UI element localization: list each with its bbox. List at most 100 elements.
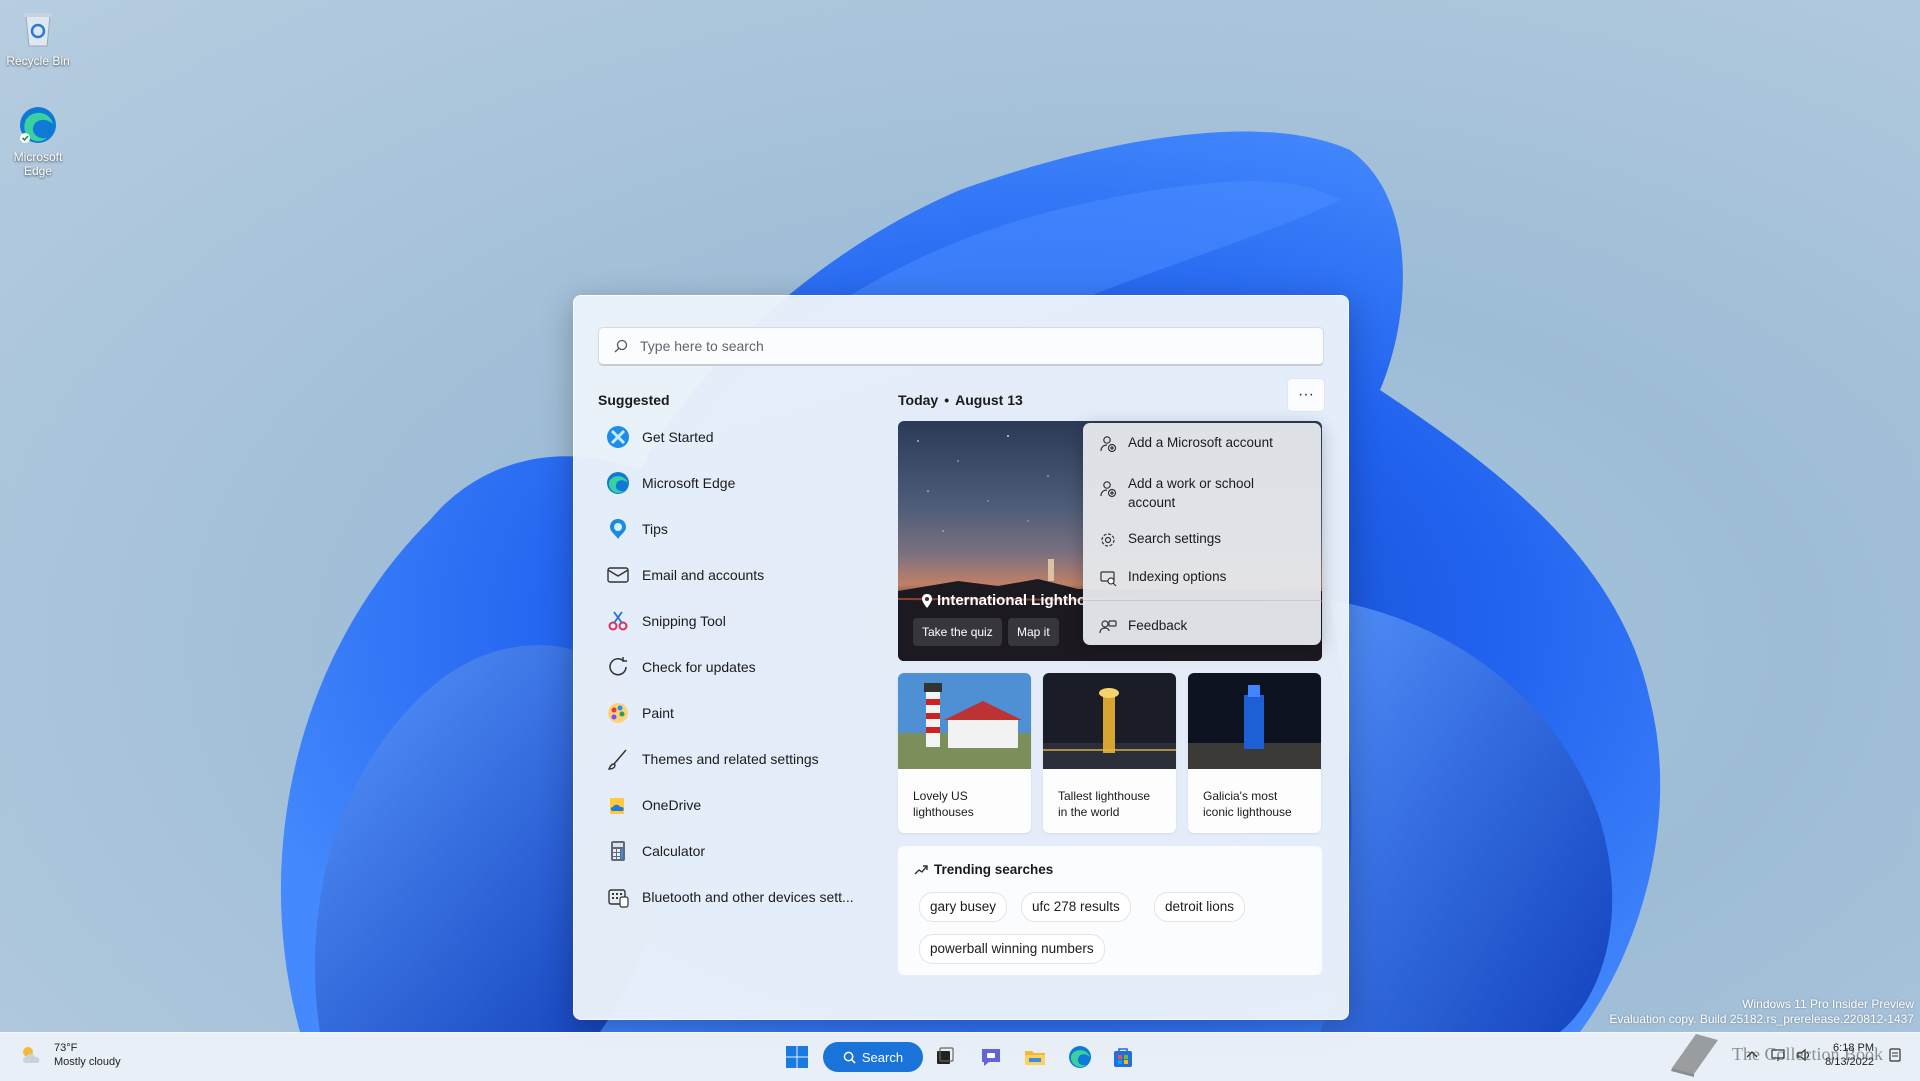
menu-item-add-work-account[interactable]: Add a work or school account [1083, 474, 1293, 512]
menu-item-label: Add a work or school account [1128, 476, 1255, 510]
suggested-item-tips[interactable]: Tips [606, 506, 866, 552]
trending-searches: Trending searches gary busey ufc 278 res… [898, 846, 1322, 975]
trending-icon [914, 864, 928, 874]
suggested-item-label: Check for updates [642, 659, 756, 675]
trending-heading: Trending searches [914, 862, 1053, 877]
weather-widget[interactable]: 73°F Mostly cloudy [18, 1041, 121, 1069]
search-input[interactable] [638, 337, 1323, 355]
suggested-item-get-started[interactable]: Get Started [606, 414, 866, 460]
indexing-icon [1100, 571, 1117, 587]
task-view-button[interactable] [931, 1043, 959, 1071]
brand-overlay-text: The Collection Book [1732, 1044, 1883, 1064]
map-it-button[interactable]: Map it [1008, 618, 1059, 646]
news-card-galicia-lighthouse[interactable]: Galicia's most iconic lighthouse [1188, 673, 1321, 833]
trending-chip[interactable]: powerball winning numbers [919, 934, 1105, 964]
search-icon [843, 1051, 856, 1064]
book-logo-icon [1671, 1034, 1718, 1077]
recycle-bin-icon [17, 8, 59, 50]
suggested-item-label: Bluetooth and other devices sett... [642, 889, 854, 905]
weather-temp: 73°F [54, 1042, 78, 1054]
suggested-item-label: Calculator [642, 843, 706, 859]
calculator-icon [606, 839, 630, 863]
hero-title[interactable]: International Lightho [921, 592, 1086, 609]
suggested-item-edge[interactable]: Microsoft Edge [606, 460, 866, 506]
onedrive-icon [606, 793, 630, 817]
today-date: August 13 [955, 392, 1023, 408]
desktop-icon-recycle-bin[interactable]: Recycle Bin [0, 8, 76, 68]
feedback-icon [1099, 620, 1117, 634]
folder-icon [1025, 1051, 1045, 1065]
notification-icon[interactable] [1887, 1047, 1903, 1063]
lighthouse-image [1188, 673, 1321, 769]
evaluation-watermark: Windows 11 Pro Insider Preview Evaluatio… [1609, 997, 1914, 1027]
card-caption: Tallest lighthouse in the world [1058, 789, 1151, 819]
menu-item-indexing-options[interactable]: Indexing options [1083, 569, 1321, 587]
suggested-item-label: Paint [642, 705, 674, 721]
person-add-icon [1100, 481, 1117, 498]
suggested-item-snipping-tool[interactable]: Snipping Tool [606, 598, 866, 644]
suggested-item-bluetooth[interactable]: Bluetooth and other devices sett... [606, 874, 866, 920]
file-explorer-button[interactable] [1021, 1043, 1049, 1071]
edge-icon [1069, 1046, 1091, 1068]
desktop-icon-label: Recycle Bin [6, 54, 70, 68]
suggested-item-label: Tips [642, 521, 668, 537]
menu-item-add-microsoft-account[interactable]: Add a Microsoft account [1083, 435, 1321, 453]
search-flyout: Suggested Get Started Microsoft Edge Tip… [573, 295, 1349, 1020]
search-icon [614, 339, 628, 353]
suggested-list: Get Started Microsoft Edge Tips Email an… [606, 414, 866, 920]
suggested-item-label: OneDrive [642, 797, 702, 813]
trending-chip[interactable]: gary busey [919, 892, 1008, 922]
news-card-lovely-us-lighthouses[interactable]: Lovely US lighthouses [898, 673, 1031, 833]
taskbar-search-label: Search [861, 1049, 904, 1065]
suggested-item-label: Microsoft Edge [642, 475, 736, 491]
today-heading: Today • August 13 [898, 392, 1023, 408]
trending-chip[interactable]: detroit lions [1154, 892, 1246, 922]
suggested-item-label: Email and accounts [642, 567, 765, 583]
menu-item-search-settings[interactable]: Search settings [1083, 531, 1321, 549]
task-view-icon [937, 1047, 954, 1064]
menu-separator [1083, 600, 1321, 601]
card-caption: Lovely US lighthouses [913, 789, 974, 819]
hero-title-text: International Lightho [937, 592, 1087, 609]
lighthouse-image [1043, 673, 1176, 769]
teams-chat-button[interactable] [977, 1043, 1005, 1071]
menu-item-feedback[interactable]: Feedback [1083, 618, 1321, 636]
suggested-item-label: Get Started [642, 429, 714, 445]
snipping-tool-icon [606, 609, 630, 633]
mail-icon [606, 563, 630, 587]
tips-icon [606, 517, 630, 541]
suggested-item-themes[interactable]: Themes and related settings [606, 736, 866, 782]
take-quiz-button[interactable]: Take the quiz [913, 618, 1002, 646]
trending-chip[interactable]: ufc 278 results [1021, 892, 1131, 922]
suggested-item-label: Snipping Tool [642, 613, 726, 629]
news-card-tallest-lighthouse[interactable]: Tallest lighthouse in the world [1043, 673, 1176, 833]
taskbar-search-button[interactable]: Search [823, 1042, 923, 1072]
gear-icon [1101, 533, 1115, 547]
context-menu: Add a Microsoft account Add a work or sc… [1083, 423, 1321, 645]
search-box[interactable] [598, 327, 1324, 366]
store-button[interactable] [1109, 1043, 1137, 1071]
card-caption: Galicia's most iconic lighthouse [1203, 789, 1292, 819]
location-pin-icon [922, 593, 932, 608]
menu-item-label: Feedback [1128, 618, 1188, 633]
desktop-icon-edge[interactable]: Microsoft Edge [0, 104, 76, 178]
start-button[interactable] [783, 1043, 811, 1071]
edge-icon [17, 104, 59, 146]
edge-icon [606, 471, 630, 495]
suggested-item-label: Themes and related settings [642, 751, 819, 767]
suggested-item-paint[interactable]: Paint [606, 690, 866, 736]
watermark-line: Windows 11 Pro Insider Preview [1742, 997, 1914, 1011]
brush-icon [606, 747, 630, 771]
menu-item-label: Add a Microsoft account [1128, 435, 1273, 450]
suggested-item-email[interactable]: Email and accounts [606, 552, 866, 598]
taskbar: 73°F Mostly cloudy Search 6:18 PM 8/13/2… [0, 1032, 1920, 1081]
suggested-item-calculator[interactable]: Calculator [606, 828, 866, 874]
chat-icon [982, 1049, 1000, 1066]
more-options-button[interactable]: ··· [1287, 378, 1325, 412]
menu-item-label: Search settings [1128, 531, 1222, 546]
suggested-item-check-updates[interactable]: Check for updates [606, 644, 866, 690]
menu-item-label: Indexing options [1128, 569, 1227, 584]
windows-logo-icon [786, 1046, 808, 1068]
suggested-item-onedrive[interactable]: OneDrive [606, 782, 866, 828]
edge-taskbar-button[interactable] [1066, 1043, 1094, 1071]
